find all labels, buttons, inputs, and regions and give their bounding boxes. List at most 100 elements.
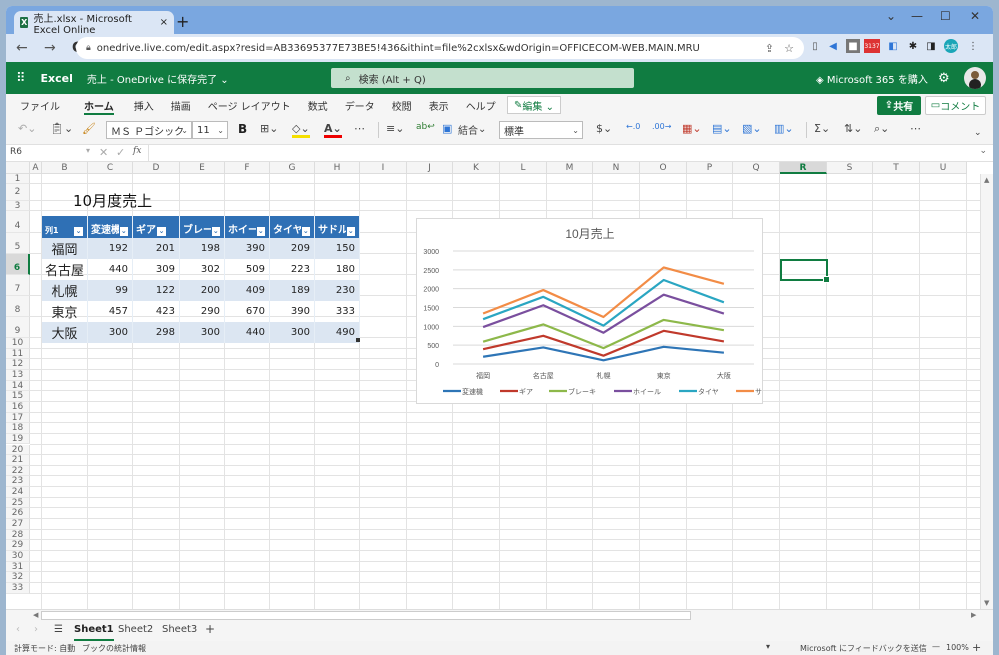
table-cell[interactable]: 223	[270, 259, 315, 280]
tab-insert[interactable]: 挿入	[134, 94, 154, 116]
row-header-26[interactable]: 26	[6, 508, 30, 520]
table-cell[interactable]: 150	[315, 238, 360, 259]
table-cell[interactable]: 99	[88, 280, 133, 301]
back-button[interactable]: ←	[16, 40, 34, 56]
row-header-10[interactable]: 10	[6, 338, 30, 349]
search-input[interactable]: ⌕ 検索 (Alt + Q)	[331, 68, 634, 88]
wrap-text-icon[interactable]: ab↩	[416, 122, 435, 132]
row-header-12[interactable]: 12	[6, 359, 30, 370]
align-button[interactable]: ≡⌄	[386, 122, 404, 135]
sheet-tab-sheet1[interactable]: Sheet1	[74, 624, 114, 641]
bold-button[interactable]: B	[238, 122, 247, 136]
browser-menu-icon[interactable]: ⋮	[966, 39, 980, 53]
browser-tab[interactable]: X 売上.xlsx - Microsoft Excel Online ×	[14, 11, 174, 36]
row-header-25[interactable]: 25	[6, 497, 30, 509]
table-cell[interactable]: 670	[225, 301, 270, 322]
buy-microsoft365-link[interactable]: ◈ Microsoft 365 を購入	[816, 71, 928, 86]
sheet-tab-sheet2[interactable]: Sheet2	[118, 624, 153, 635]
table-cell[interactable]: 423	[133, 301, 180, 322]
row-header-33[interactable]: 33	[6, 582, 30, 594]
sheet-title-cell[interactable]: 10月度売上	[73, 190, 152, 211]
table-cell[interactable]: 209	[270, 238, 315, 259]
filter-dropdown-icon[interactable]: ⌄	[256, 227, 265, 236]
cell-styles-button[interactable]: ▧⌄	[742, 122, 762, 135]
table-header-cell[interactable]: タイヤ ⌄	[270, 216, 315, 238]
expand-ribbon-icon[interactable]: ⌄	[974, 128, 982, 138]
column-header-a[interactable]: A	[30, 162, 42, 174]
table-cell[interactable]: 309	[133, 259, 180, 280]
table-header-cell[interactable]: 変速機 ⌄	[88, 216, 133, 238]
currency-button[interactable]: $ ⌄	[596, 122, 612, 135]
column-header-t[interactable]: T	[873, 162, 920, 174]
tab-draw[interactable]: 描画	[171, 94, 191, 116]
column-header-l[interactable]: L	[500, 162, 547, 174]
merge-button[interactable]: 結合 ⌄	[458, 122, 486, 137]
table-cell[interactable]: 230	[315, 280, 360, 301]
row-header-27[interactable]: 27	[6, 519, 30, 530]
font-name-select[interactable]: ＭＳ Ｐゴシック ⌄	[106, 121, 192, 139]
font-color-button[interactable]: A⌄	[324, 122, 342, 138]
column-header-m[interactable]: M	[547, 162, 593, 174]
enter-icon[interactable]: ✓	[116, 146, 125, 159]
horizontal-scroll-thumb[interactable]	[41, 611, 691, 620]
tab-home[interactable]: ホーム	[84, 94, 114, 116]
find-button[interactable]: ⌕⌄	[874, 122, 889, 136]
table-cell[interactable]: 198	[180, 238, 225, 259]
font-size-select[interactable]: 11 ⌄	[192, 121, 228, 139]
row-header-19[interactable]: 19	[6, 433, 30, 445]
vertical-scrollbar[interactable]: ▲ ▼	[980, 174, 993, 609]
row-header-15[interactable]: 15	[6, 391, 30, 402]
row-header-3[interactable]: 3	[6, 201, 30, 211]
tab-file[interactable]: ファイル	[20, 94, 60, 116]
row-header-30[interactable]: 30	[6, 551, 30, 562]
column-header-s[interactable]: S	[827, 162, 873, 174]
comments-button[interactable]: ▭ コメント	[925, 96, 986, 115]
column-header-b[interactable]: B	[42, 162, 88, 174]
status-dropdown-icon[interactable]: ▾	[766, 642, 770, 651]
next-sheet-icon[interactable]: ›	[34, 624, 38, 635]
column-header-c[interactable]: C	[88, 162, 133, 174]
row-header-13[interactable]: 13	[6, 369, 30, 381]
table-header-cell[interactable]: 列1 ⌄	[42, 216, 88, 238]
row-header-21[interactable]: 21	[6, 455, 30, 466]
column-header-d[interactable]: D	[133, 162, 180, 174]
row-header-18[interactable]: 18	[6, 423, 30, 434]
table-cell[interactable]: 390	[270, 301, 315, 322]
table-resize-handle[interactable]	[356, 338, 360, 342]
table-cell[interactable]: 390	[225, 238, 270, 259]
format-painter-icon[interactable]: 🖌︎	[82, 122, 96, 135]
column-header-e[interactable]: E	[180, 162, 225, 174]
extension-badge-icon[interactable]: 3137	[864, 39, 880, 53]
table-cell[interactable]: 457	[88, 301, 133, 322]
table-cell[interactable]: 300	[270, 322, 315, 343]
row-header-2[interactable]: 2	[6, 184, 30, 201]
column-header-h[interactable]: H	[315, 162, 360, 174]
increase-decimal-icon[interactable]: ←.0	[626, 122, 640, 131]
row-header-32[interactable]: 32	[6, 572, 30, 583]
table-cell[interactable]: 490	[315, 322, 360, 343]
table-cell[interactable]: 298	[133, 322, 180, 343]
row-header-16[interactable]: 16	[6, 401, 30, 413]
column-header-g[interactable]: G	[270, 162, 315, 174]
workbook-stats-link[interactable]: ブックの統計情報	[82, 643, 146, 654]
settings-gear-icon[interactable]: ⚙	[938, 71, 950, 86]
tab-page-layout[interactable]: ページ レイアウト	[208, 94, 291, 116]
paste-button[interactable]: 📋︎⌄	[50, 122, 73, 135]
row-header-8[interactable]: 8	[6, 296, 30, 317]
filter-dropdown-icon[interactable]: ⌄	[157, 227, 166, 236]
zoom-in-button[interactable]: +	[972, 641, 981, 654]
reading-list-icon[interactable]: ▯	[808, 39, 822, 53]
fill-color-button[interactable]: ◇⌄	[292, 122, 310, 138]
more-font-options-button[interactable]: ⋯	[354, 122, 365, 135]
table-header-cell[interactable]: ギア ⌄	[133, 216, 180, 238]
table-cell[interactable]: 290	[180, 301, 225, 322]
row-header-6[interactable]: 6	[6, 254, 30, 275]
extension-square-icon[interactable]: ■	[846, 39, 860, 53]
app-name[interactable]: Excel	[41, 72, 73, 85]
side-panel-icon[interactable]: ◨	[924, 39, 938, 53]
column-header-u[interactable]: U	[920, 162, 967, 174]
prev-sheet-icon[interactable]: ‹	[16, 624, 20, 635]
row-header-7[interactable]: 7	[6, 275, 30, 296]
column-header-k[interactable]: K	[453, 162, 500, 174]
column-header-o[interactable]: O	[640, 162, 687, 174]
